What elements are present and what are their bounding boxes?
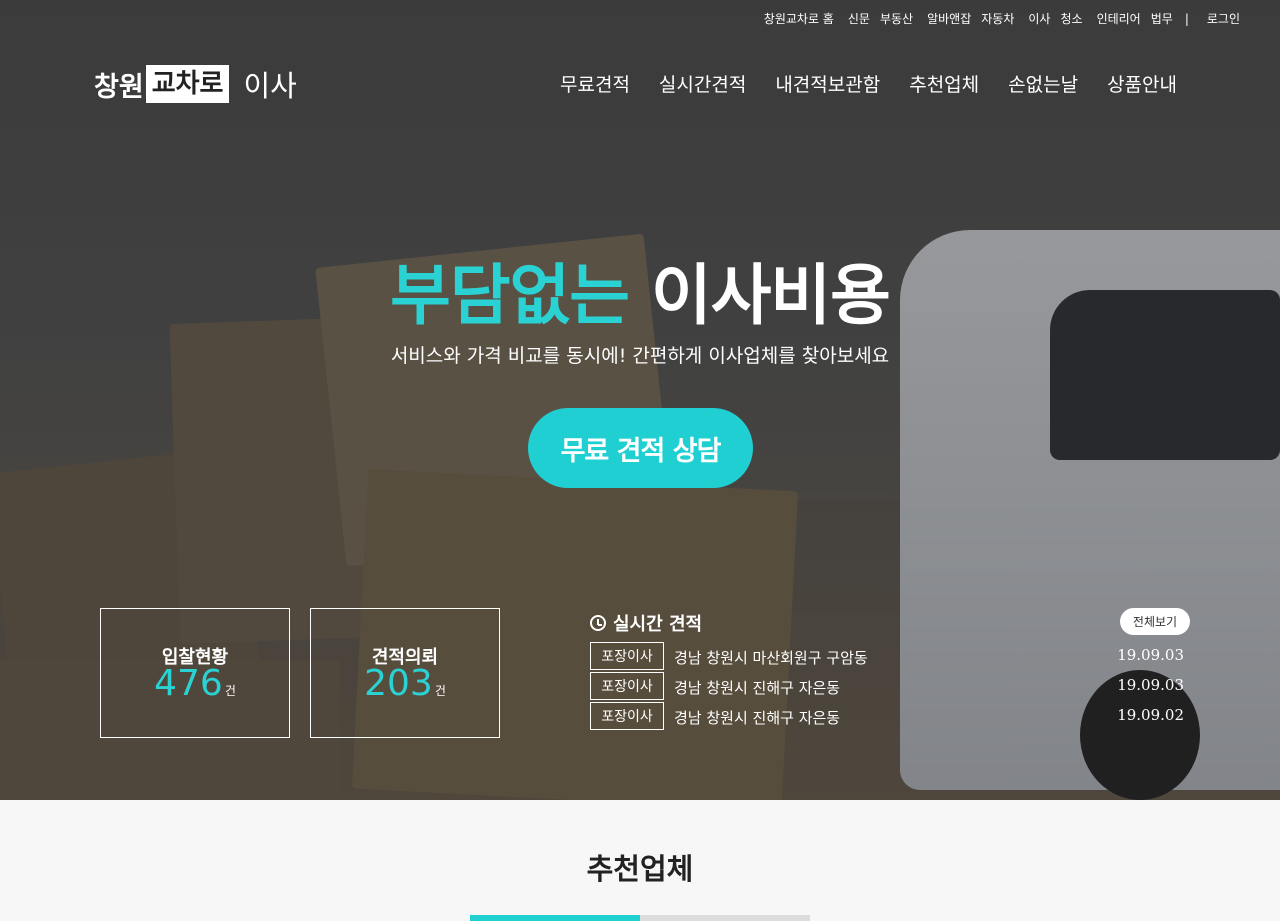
logo-text-service: 이사 bbox=[243, 69, 297, 103]
stat-value: 203 건 bbox=[311, 663, 499, 704]
top-link-legal[interactable]: 법무 bbox=[1151, 10, 1173, 27]
free-quote-button[interactable]: 무료 견적 상담 bbox=[528, 408, 753, 488]
site-logo[interactable]: 창원 교차로 이사 bbox=[94, 64, 297, 104]
stat-unit: 건 bbox=[224, 684, 236, 698]
move-type-tag: 포장이사 bbox=[590, 672, 664, 700]
nav-lucky-days[interactable]: 손없는날 bbox=[1008, 70, 1078, 97]
top-link-newspaper[interactable]: 신문 bbox=[848, 10, 870, 27]
view-all-button[interactable]: 전체보기 bbox=[1120, 608, 1190, 635]
list-item[interactable]: 포장이사 경남 창원시 마산회원구 구암동 19.09.03 bbox=[590, 642, 1190, 670]
top-link-cars[interactable]: 자동차 bbox=[981, 10, 1014, 27]
quote-date: 19.09.02 bbox=[1117, 706, 1184, 724]
tab-indicator-active bbox=[470, 915, 640, 921]
top-link-cleaning[interactable]: 청소 bbox=[1060, 10, 1082, 27]
top-links-separator: | bbox=[1184, 11, 1189, 26]
quote-date: 19.09.03 bbox=[1117, 676, 1184, 694]
list-item[interactable]: 포장이사 경남 창원시 진해구 자은동 19.09.02 bbox=[590, 702, 1190, 730]
stat-unit: 건 bbox=[434, 684, 446, 698]
stat-bids[interactable]: 입찰현황 476 건 bbox=[100, 608, 290, 738]
headline-rest: 이사비용 bbox=[650, 257, 891, 334]
nav-realtime-quote[interactable]: 실시간견적 bbox=[659, 70, 746, 97]
top-link-realestate[interactable]: 부동산 bbox=[880, 10, 913, 27]
clock-icon bbox=[590, 615, 606, 631]
section-title-recommended: 추천업체 bbox=[586, 852, 694, 886]
top-link-interior[interactable]: 인테리어 bbox=[1097, 10, 1141, 27]
top-link-jobs[interactable]: 알바앤잡 bbox=[927, 10, 971, 27]
top-link-home[interactable]: 창원교차로 홈 bbox=[764, 10, 834, 27]
stat-number: 203 bbox=[364, 663, 433, 704]
realtime-title-text: 실시간 견적 bbox=[613, 614, 703, 635]
quote-address: 경남 창원시 진해구 자은동 bbox=[674, 709, 841, 727]
nav-products[interactable]: 상품안내 bbox=[1107, 70, 1177, 97]
move-type-tag: 포장이사 bbox=[590, 642, 664, 670]
realtime-quote-title: 실시간 견적 bbox=[590, 610, 702, 636]
top-link-moving[interactable]: 이사 bbox=[1028, 10, 1050, 27]
main-nav: 무료견적 실시간견적 내견적보관함 추천업체 손없는날 상품안내 bbox=[560, 70, 1206, 97]
stat-number: 476 bbox=[154, 663, 223, 704]
section-tab-indicator bbox=[470, 915, 810, 921]
quote-date: 19.09.03 bbox=[1117, 646, 1184, 664]
logo-text-brand: 교차로 bbox=[145, 65, 230, 103]
nav-recommended[interactable]: 추천업체 bbox=[909, 70, 979, 97]
top-utility-bar: 창원교차로 홈 신문 부동산 알바앤잡 자동차 이사 청소 인테리어 법무 | … bbox=[0, 0, 1280, 36]
stat-value: 476 건 bbox=[101, 663, 289, 704]
hero-headline: 부담없는 이사비용 bbox=[0, 242, 1280, 338]
nav-free-quote[interactable]: 무료견적 bbox=[560, 70, 630, 97]
headline-accent: 부담없는 bbox=[390, 257, 630, 334]
quote-address: 경남 창원시 진해구 자은동 bbox=[674, 679, 841, 697]
move-type-tag: 포장이사 bbox=[590, 702, 664, 730]
login-link[interactable]: 로그인 bbox=[1207, 10, 1240, 27]
nav-my-quotes[interactable]: 내견적보관함 bbox=[775, 70, 880, 97]
top-links: 창원교차로 홈 신문 부동산 알바앤잡 자동차 이사 청소 인테리어 법무 | … bbox=[754, 10, 1240, 27]
hero-subline: 서비스와 가격 비교를 동시에! 간편하게 이사업체를 찾아보세요 bbox=[390, 345, 890, 367]
logo-text-city: 창원 bbox=[94, 71, 144, 103]
list-item[interactable]: 포장이사 경남 창원시 진해구 자은동 19.09.03 bbox=[590, 672, 1190, 700]
quote-address: 경남 창원시 마산회원구 구암동 bbox=[674, 649, 868, 667]
stat-requests[interactable]: 견적의뢰 203 건 bbox=[310, 608, 500, 738]
